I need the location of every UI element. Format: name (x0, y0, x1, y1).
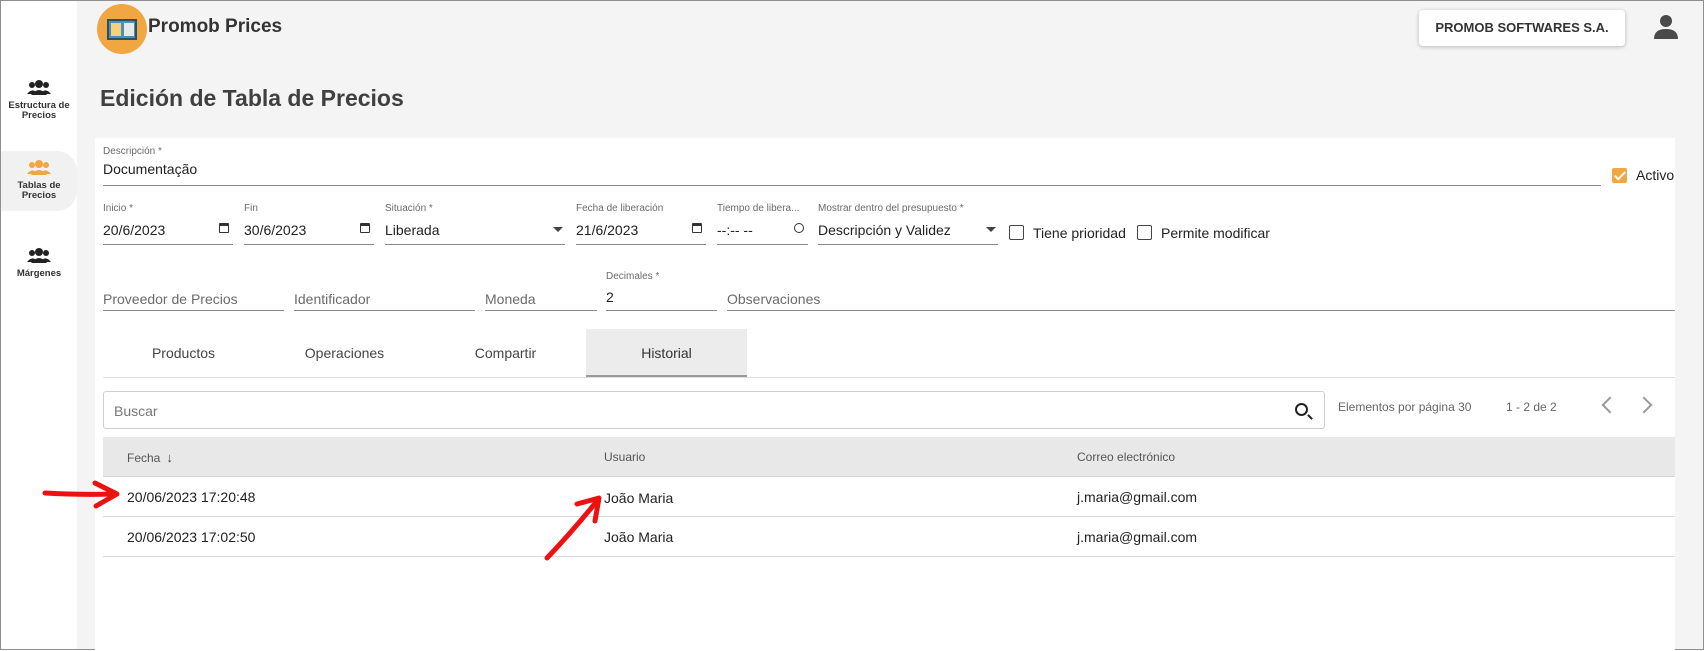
proveedor-field[interactable]: Proveedor de Precios (103, 273, 284, 311)
field-label: Fin (244, 203, 258, 214)
tiene-prioridad-label: Tiene prioridad (1033, 225, 1126, 241)
mostrar-select[interactable]: Mostrar dentro del presupuesto * Descrip… (818, 203, 998, 245)
chevron-down-icon (986, 227, 996, 232)
search-placeholder: Buscar (114, 403, 158, 419)
items-per-page-label[interactable]: Elementos por página 30 (1338, 400, 1471, 414)
tiempo-liberacion-field[interactable]: Tiempo de libera... --:-- -- (717, 203, 808, 245)
situacion-select[interactable]: Situación * Liberada (385, 203, 565, 245)
page-title: Edición de Tabla de Precios (100, 85, 404, 111)
field-label: Tiempo de libera... (717, 203, 800, 214)
search-icon[interactable] (1295, 403, 1308, 416)
moneda-field[interactable]: Moneda (485, 273, 597, 311)
cell-fecha: 20/06/2023 17:02:50 (127, 529, 256, 545)
app-logo (97, 4, 147, 54)
rail-label: Precios (21, 110, 57, 121)
rail-item-estructura[interactable]: Estructura de Precios (1, 79, 77, 129)
cell-correo: j.maria@gmail.com (1077, 489, 1198, 505)
table-row[interactable]: 20/06/2023 17:20:48 João Maria j.maria@g… (103, 477, 1675, 517)
tab-compartir[interactable]: Compartir (425, 329, 586, 377)
cell-fecha: 20/06/2023 17:20:48 (127, 489, 256, 505)
calendar-icon[interactable] (219, 223, 229, 233)
fecha-liberacion-field[interactable]: Fecha de liberación 21/6/2023 (576, 203, 706, 245)
field-value: 20/6/2023 (103, 222, 166, 238)
observaciones-field[interactable]: Observaciones (727, 273, 1675, 311)
cell-correo: j.maria@gmail.com (1077, 529, 1198, 545)
rail-label: Márgenes (16, 268, 62, 279)
field-value: 2 (606, 289, 614, 305)
fin-field[interactable]: Fin 30/6/2023 (244, 203, 374, 245)
people-icon (27, 80, 51, 95)
field-label: Situación * (385, 203, 433, 214)
field-label: Descripción * (103, 146, 162, 157)
search-input[interactable]: Buscar (103, 391, 1325, 429)
table-header: Fecha ↓ Usuario Correo electrónico (103, 437, 1675, 477)
field-value: Documentação (103, 161, 198, 177)
chevron-down-icon (553, 227, 563, 232)
page-range: 1 - 2 de 2 (1506, 400, 1557, 414)
top-bar: Promob Prices PROMOB SOFTWARES S.A. (81, 1, 1703, 57)
field-label: Decimales * (606, 271, 660, 282)
cell-usuario: João Maria (604, 490, 674, 506)
field-value: Descripción y Validez (818, 222, 951, 238)
column-header-correo[interactable]: Correo electrónico (1077, 450, 1175, 464)
field-label: Inicio * (103, 203, 134, 214)
tab-historial[interactable]: Historial (586, 329, 747, 377)
field-placeholder: Identificador (294, 291, 371, 307)
tiene-prioridad-checkbox[interactable] (1009, 225, 1024, 240)
header-label: Fecha (127, 451, 161, 465)
company-button[interactable]: PROMOB SOFTWARES S.A. (1419, 10, 1625, 46)
tab-operaciones[interactable]: Operaciones (264, 329, 425, 377)
account-icon[interactable] (1653, 13, 1679, 39)
rail-item-tablas[interactable]: Tablas de Precios (1, 151, 77, 211)
field-placeholder: Moneda (485, 291, 536, 307)
activo-checkbox[interactable] (1612, 168, 1627, 183)
field-value: 30/6/2023 (244, 222, 307, 238)
tab-bar: Productos Operaciones Compartir Historia… (103, 329, 1675, 378)
field-value: 21/6/2023 (576, 222, 639, 238)
rail-item-margenes[interactable]: Márgenes (1, 247, 77, 287)
people-icon-active (27, 160, 51, 175)
identificador-field[interactable]: Identificador (294, 273, 475, 311)
field-placeholder: Observaciones (727, 291, 821, 307)
field-label: Mostrar dentro del presupuesto * (818, 203, 964, 214)
calendar-icon[interactable] (360, 223, 370, 233)
activo-label: Activo (1636, 167, 1675, 183)
rail-label: Precios (21, 190, 57, 201)
field-label: Fecha de liberación (576, 203, 664, 214)
field-value: --:-- -- (717, 222, 753, 238)
column-header-usuario[interactable]: Usuario (604, 450, 645, 464)
permite-modificar-label: Permite modificar (1161, 225, 1270, 241)
cell-usuario: João Maria (604, 529, 674, 545)
inicio-field[interactable]: Inicio * 20/6/2023 (103, 203, 233, 245)
arrow-down-icon[interactable]: ↓ (166, 450, 173, 465)
decimales-field[interactable]: Decimales * 2 (606, 271, 717, 311)
side-rail: Estructura de Precios Tablas de Precios … (1, 1, 77, 649)
field-placeholder: Proveedor de Precios (103, 291, 238, 307)
column-header-fecha[interactable]: Fecha ↓ (127, 450, 173, 465)
permite-modificar-checkbox[interactable] (1137, 225, 1152, 240)
app-title: Promob Prices (148, 16, 283, 37)
table-row[interactable]: 20/06/2023 17:02:50 João Maria j.maria@g… (103, 517, 1675, 557)
field-value: Liberada (385, 222, 440, 238)
clock-icon[interactable] (794, 223, 804, 233)
app-window: Estructura de Precios Tablas de Precios … (0, 0, 1704, 650)
people-icon (27, 248, 51, 263)
descripcion-field[interactable]: Descripción * Documentação (103, 146, 1601, 186)
calendar-icon[interactable] (692, 223, 702, 233)
tab-productos[interactable]: Productos (103, 329, 264, 377)
